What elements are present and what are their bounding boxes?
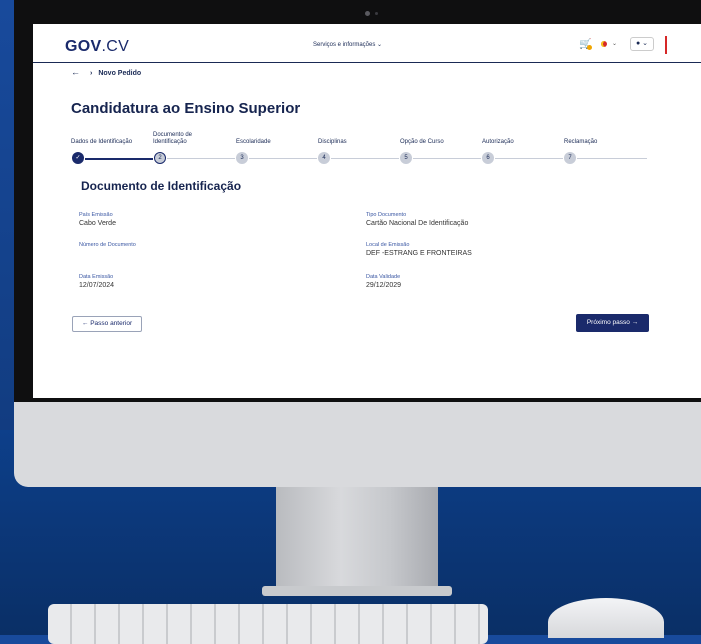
next-step-button[interactable]: Próximo passo → — [576, 314, 649, 332]
step-label-5[interactable]: Opção de Curso — [400, 139, 444, 146]
breadcrumb: ← › Novo Pedido — [71, 67, 141, 77]
chevron-down-icon[interactable]: ⌄ — [612, 40, 617, 47]
step-7-circle[interactable]: 7 — [564, 152, 576, 164]
camera-icon — [365, 11, 370, 16]
sensor-icon — [375, 12, 378, 15]
step-6-circle[interactable]: 6 — [482, 152, 494, 164]
monitor-stand-foot — [262, 586, 452, 596]
step-2-circle[interactable]: 2 — [154, 152, 166, 164]
monitor-stand — [276, 487, 438, 593]
step-connector-6 — [495, 158, 563, 159]
step-label-1[interactable]: Dados de Identificação — [71, 139, 132, 146]
cart-badge — [587, 45, 592, 50]
step-4-circle[interactable]: 4 — [318, 152, 330, 164]
keyboard — [48, 604, 488, 644]
logo-suffix: .CV — [101, 38, 130, 55]
logo-main: GOV — [65, 38, 102, 55]
app-screen: GOV.CV Serviços e informações ⌄ 🛒 ⌄ ● ⌄ … — [33, 24, 701, 398]
red-accent-bar — [665, 36, 667, 54]
logo[interactable]: GOV.CV — [65, 38, 129, 56]
pais-emissao-label: País Emissão — [79, 212, 113, 218]
step-1-check-icon[interactable]: ✓ — [72, 152, 84, 164]
pais-emissao-value: Cabo Verde — [79, 220, 116, 227]
step-label-4[interactable]: Disciplinas — [318, 139, 347, 146]
data-validade-value: 29/12/2029 — [366, 282, 402, 289]
step-label-3[interactable]: Escolaridade — [236, 139, 271, 146]
step-label-2[interactable]: Documento de Identificação — [153, 132, 201, 146]
services-menu[interactable]: Serviços e informações ⌄ — [313, 41, 382, 48]
page-title: Candidatura ao Ensino Superior — [71, 100, 301, 117]
section-title: Documento de Identificação — [81, 179, 242, 193]
step-label-6[interactable]: Autorização — [482, 139, 514, 146]
local-emissao-value: DEF -ESTRANG E FRONTEIRAS — [366, 250, 472, 257]
step-5-circle[interactable]: 5 — [400, 152, 412, 164]
user-icon: ● ⌄ — [635, 40, 649, 47]
numero-documento-label: Número de Documento — [79, 242, 136, 248]
previous-step-button[interactable]: ← Passo anterior — [72, 316, 142, 332]
step-connector-2 — [167, 158, 235, 159]
step-3-circle[interactable]: 3 — [236, 152, 248, 164]
step-connector-5 — [413, 158, 481, 159]
data-emissao-label: Data Emissão — [79, 274, 114, 280]
arrow-left-icon[interactable]: ← — [71, 67, 80, 77]
user-menu-button[interactable]: ● ⌄ — [630, 37, 654, 51]
step-connector-4 — [331, 158, 399, 159]
top-header: GOV.CV Serviços e informações ⌄ 🛒 ⌄ ● ⌄ — [33, 24, 701, 63]
tipo-documento-label: Tipo Documento — [366, 212, 407, 218]
local-emissao-label: Local de Emissão — [366, 242, 410, 248]
breadcrumb-current: Novo Pedido — [98, 70, 142, 77]
data-validade-label: Data Validade — [366, 274, 401, 280]
flag-icon[interactable] — [601, 41, 607, 47]
step-connector-3 — [249, 158, 317, 159]
data-emissao-value: 12/07/2024 — [79, 282, 115, 289]
tipo-documento-value: Cartão Nacional De Identificação — [366, 220, 469, 227]
chevron-right-icon: › — [90, 70, 93, 77]
step-connector-7 — [577, 158, 647, 159]
step-connector-1 — [85, 158, 153, 160]
mouse — [548, 598, 664, 638]
step-label-7[interactable]: Reclamação — [564, 139, 597, 146]
